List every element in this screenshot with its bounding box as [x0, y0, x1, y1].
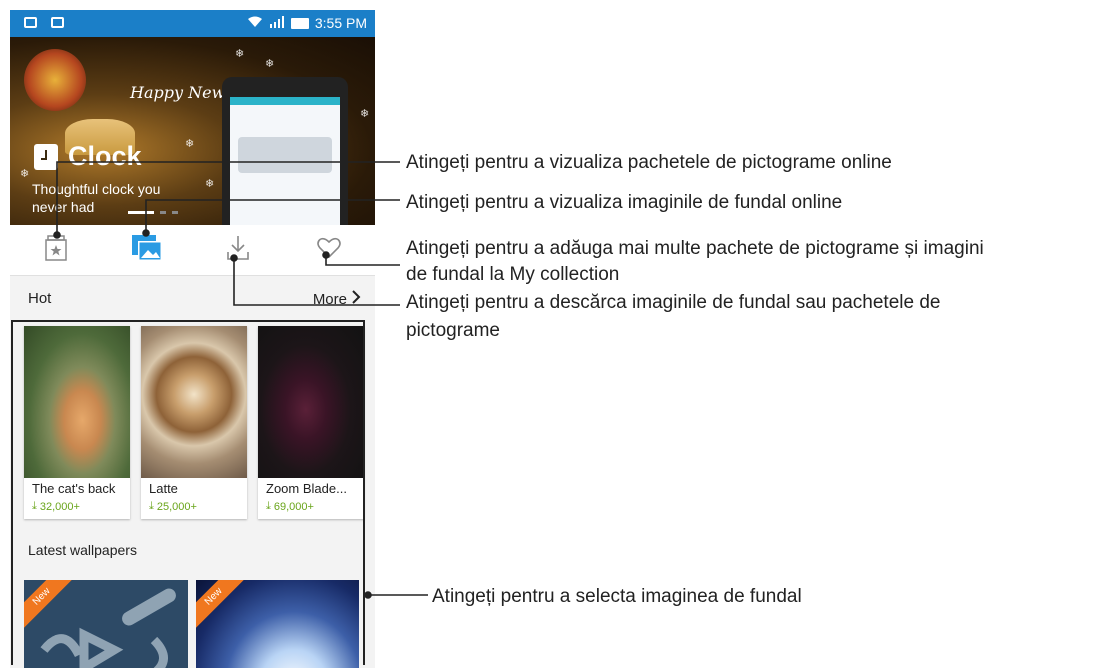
featured-banner[interactable]: Happy New Year ❄ ❄ ❄ ❄ ❄ ❄ Clock Thought…	[10, 37, 375, 225]
wifi-icon	[247, 15, 263, 31]
tab-wallpapers[interactable]	[101, 225, 192, 275]
callout-my-collection-line1: Atingeți pentru a adăuga mai multe pache…	[406, 238, 984, 259]
phone-screen: 3:55 PM Happy New Year ❄ ❄ ❄ ❄ ❄ ❄ Clock…	[10, 10, 375, 668]
callout-online-wallpapers: Atingeți pentru a vizualiza imaginile de…	[406, 192, 843, 213]
callout-my-collection-line2: de fundal la My collection	[406, 264, 620, 285]
signal-icon	[269, 15, 285, 31]
wallpaper-selection-frame	[11, 320, 365, 665]
banner-app-name: Clock	[68, 141, 142, 171]
wallpaper-icon	[131, 235, 162, 265]
tab-theme-packs[interactable]	[10, 225, 101, 275]
tab-my-collection[interactable]	[283, 225, 374, 275]
hot-section-header: Hot More	[10, 276, 375, 322]
heart-icon	[316, 237, 341, 263]
download-icon	[226, 235, 250, 265]
callout-online-icon-packs: Atingeți pentru a vizualiza pachetele de…	[406, 152, 892, 173]
carousel-indicator	[128, 211, 178, 214]
phone-mockup-screen	[230, 97, 340, 225]
status-bar: 3:55 PM	[10, 10, 375, 37]
theme-pack-icon	[44, 235, 68, 265]
screenshot-notification-icon	[24, 17, 37, 28]
happy-new-year-ornament	[24, 49, 86, 111]
battery-icon	[290, 17, 309, 29]
callout-select-wallpaper: Atingeți pentru a selecta imaginea de fu…	[432, 586, 802, 607]
gallery-notification-icon	[51, 17, 64, 28]
callout-download-line2: pictograme	[406, 320, 500, 341]
more-button[interactable]: More	[313, 290, 361, 308]
more-label: More	[312, 290, 347, 308]
clock-app-icon	[34, 143, 58, 170]
hot-title: Hot	[28, 290, 52, 307]
tab-bar	[10, 225, 375, 276]
chevron-right-icon	[351, 290, 361, 308]
callout-download-line1: Atingeți pentru a descărca imaginile de …	[406, 292, 941, 313]
tab-downloads[interactable]	[192, 225, 283, 275]
status-time: 3:55 PM	[314, 15, 367, 31]
